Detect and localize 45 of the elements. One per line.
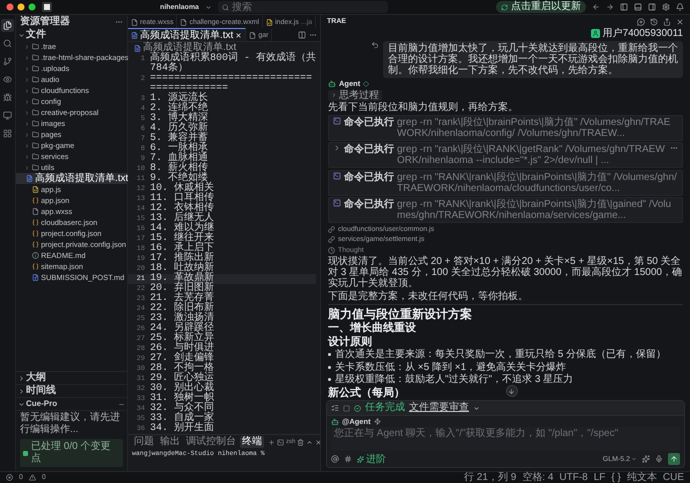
panel-tab[interactable]: 问题 xyxy=(132,436,156,448)
panel-header[interactable]: Cue-Pro xyxy=(26,398,58,410)
section-header[interactable]: 文件 xyxy=(26,29,46,41)
status-item[interactable]: { } xyxy=(611,472,621,483)
status-item[interactable]: LF xyxy=(594,472,606,483)
search-input[interactable]: 搜索 xyxy=(232,2,384,12)
bullet-text: 关卡系数压低：从 ×5 降到 ×1，避免高关关卡分爆炸 xyxy=(335,362,566,372)
update-button[interactable]: 点击重启以更新 xyxy=(496,1,586,13)
code-text: 高频成语积累800词 - 有效成语（共784条） xyxy=(150,54,316,74)
plan-heading: 脑力值与段位重新设计方案 xyxy=(328,308,473,320)
status-item[interactable]: UTF-8 xyxy=(559,472,588,483)
task-status: 任务完成 xyxy=(365,402,405,414)
command-card[interactable]: 命令已执行 grep -rn "rank\|段位\|RANK\|getRank" /Volumes/ghn/TRAEWORK/nihenlaoma --include="*.js" 2>/dev/null | ... xyxy=(328,142,683,168)
bullet-text: 首次通关是主要来源：每关只奖励一次，重玩只给 5 分保底（已有，保留） xyxy=(335,349,666,360)
user-message: 目前脑力值增加太快了，玩几十关就达到最高段位，重新给我一个合理的设计方案。我还想增加一个一天不玩游戏会扣除脑力值的机制。你帮我细化一下方案，先不改代码，先给方案。 xyxy=(383,40,683,78)
section-heading: 设计原则 xyxy=(328,336,372,348)
status-item[interactable]: 纯文本 xyxy=(626,472,657,483)
cue-status: 已处理 0/0 个变更点 xyxy=(20,439,123,467)
thinking-toggle[interactable]: 思考过程 xyxy=(328,90,382,100)
search-field[interactable]: 搜索 xyxy=(218,1,388,13)
code-text: 34. 别开生面 xyxy=(150,424,214,434)
agent-message: 先看下当前段位和脑力值规则，再给方案。 xyxy=(328,102,519,113)
status-item[interactable]: 空格: 4 xyxy=(522,472,554,483)
message-input[interactable]: 您正在与 Agent 聊天，输入"/"获取更多能力，如 "/plan"，"/spec" xyxy=(331,427,680,451)
panel-tab[interactable]: 调试控制台 xyxy=(184,436,238,448)
panel-header[interactable]: 大纲 xyxy=(26,372,46,384)
agent-message: 现状摸清了。当前公式 20 + 答对×10 + 满分20 + 关卡×5 + 星级×15，第 50 关全对 3 星单局给 435 分，100 关全过总分轻松破 30000，而最高段位才 15000，确实玩几十关就登顶。 xyxy=(328,256,683,289)
cue-message: 暂无编辑建议，请先进行编辑操作... xyxy=(19,411,121,437)
editor-tab[interactable]: 高频成语提取清单.txt xyxy=(128,28,246,41)
section-heading: 新公式（每局） xyxy=(328,386,405,398)
command-card[interactable]: 命令已执行 grep -rn "RANK\|rank\|段位\|brainPoints\|脑力值" /Volumes/ghn/TRAEWORK/nihenlaoma/cloudfunctions/user/co... xyxy=(328,170,683,196)
command-card[interactable]: 命令已执行 grep -rn "RANK\|rank\|段位\|brainPoints\|脑力值\|gained" /Volumes/ghn/TRAEWORK/nihenlaoma/services/game... xyxy=(328,197,683,223)
panel-tab[interactable]: 输出 xyxy=(158,436,182,448)
sidebar-title: 资源管理器 xyxy=(20,16,70,28)
section-heading: 一、增长曲线重设 xyxy=(328,322,416,334)
agent-message: 下面是完整方案，未改任何代码，等你拍板。 xyxy=(328,290,529,302)
panel-header[interactable]: 时间线 xyxy=(26,385,56,397)
mode-button[interactable]: 进阶 xyxy=(357,454,386,464)
status-item[interactable]: 行 21，列 9 xyxy=(464,472,516,483)
panel-tab[interactable]: 终端 xyxy=(240,436,264,448)
command-card[interactable]: 命令已执行 grep -rn "rank\|段位\|brainPoints\|脑力值" /Volumes/ghn/TRAEWORK/nihenlaoma/config/ /Volumes/ghn/TRAEW... xyxy=(328,114,683,140)
file-tree-item[interactable]: 高频成语提取清单.txt xyxy=(16,173,127,184)
review-link[interactable]: 文件需要审查 xyxy=(409,402,469,414)
status-item[interactable]: CUE xyxy=(662,472,684,483)
bullet-text: 星级权重降低：鼓励老人"过关就行"，不追求 3 星压力 xyxy=(335,374,574,385)
